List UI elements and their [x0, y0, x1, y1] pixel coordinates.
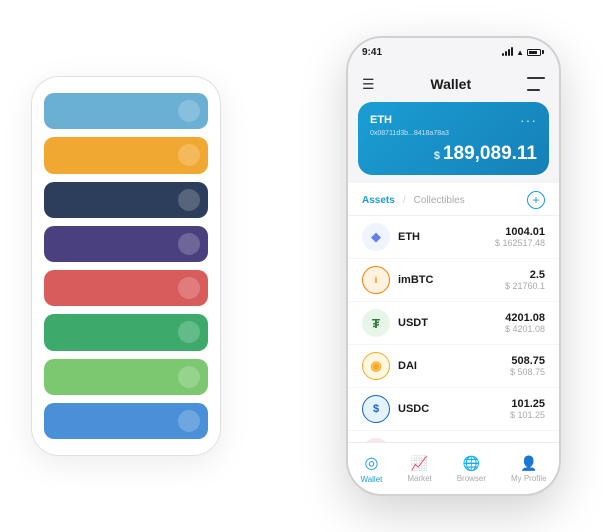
browser-nav-icon: 🌐 [463, 455, 480, 472]
wallet-nav-icon: ◎ [364, 453, 378, 473]
imbtc-amount: 2.5 [505, 269, 545, 281]
eth-icon: ◆ [362, 223, 390, 251]
usdc-amount: 101.25 [510, 398, 545, 410]
bg-card [44, 182, 208, 218]
imbtc-icon: i [362, 266, 390, 294]
usdt-icon: ₮ [362, 309, 390, 337]
market-nav-label: Market [407, 474, 431, 483]
bg-phone [31, 76, 221, 456]
status-time: 9:41 [362, 47, 382, 58]
bg-card [44, 403, 208, 439]
dai-amounts: 508.75 $ 508.75 [510, 355, 545, 377]
wallet-nav-label: Wallet [360, 475, 382, 484]
bg-card-dot [178, 100, 200, 122]
assets-header: Assets / Collectibles + [348, 183, 559, 216]
usdt-amounts: 4201.08 $ 4201.08 [505, 312, 545, 334]
scene: 9:41 ▲ ☰ Wallet [11, 11, 591, 521]
wallet-eth-label: ETH [370, 114, 392, 126]
bg-card [44, 93, 208, 129]
asset-item-tft[interactable]: 🌿 TFT 13 0 [348, 431, 559, 442]
eth-name: ETH [398, 231, 495, 243]
eth-amounts: 1004.01 $ 162517.48 [495, 226, 545, 248]
usdc-icon: $ [362, 395, 390, 423]
phone-header: ☰ Wallet [348, 66, 559, 102]
usdc-value: $ 101.25 [510, 410, 545, 420]
wallet-balance: $189,089.11 [370, 143, 537, 165]
dai-value: $ 508.75 [510, 367, 545, 377]
asset-list: ◆ ETH 1004.01 $ 162517.48 i imBTC 2.5 $ … [348, 216, 559, 442]
asset-item-usdc[interactable]: $ USDC 101.25 $ 101.25 [348, 388, 559, 431]
status-bar: 9:41 ▲ [348, 38, 559, 66]
bg-card-dot [178, 277, 200, 299]
usdt-value: $ 4201.08 [505, 324, 545, 334]
bg-card [44, 270, 208, 306]
add-asset-button[interactable]: + [527, 191, 545, 209]
bg-card-dot [178, 410, 200, 432]
status-icons: ▲ [502, 48, 541, 57]
profile-nav-label: My Profile [511, 474, 547, 483]
bg-card [44, 137, 208, 173]
expand-icon[interactable] [527, 77, 545, 91]
bg-card-dot [178, 233, 200, 255]
wallet-title: Wallet [430, 76, 471, 92]
wallet-card-header: ETH ··· [370, 112, 537, 128]
phone-content: Assets / Collectibles + ◆ ETH 1004.01 $ … [348, 183, 559, 442]
tab-separator: / [403, 195, 406, 206]
battery-icon [527, 49, 541, 56]
tab-collectibles[interactable]: Collectibles [414, 195, 465, 206]
imbtc-value: $ 21760.1 [505, 281, 545, 291]
asset-item-dai[interactable]: ◉ DAI 508.75 $ 508.75 [348, 345, 559, 388]
menu-icon[interactable]: ☰ [362, 76, 375, 93]
wallet-address: 0x08711d3b...8418a78a3 [370, 130, 537, 137]
dai-icon: ◉ [362, 352, 390, 380]
eth-amount: 1004.01 [495, 226, 545, 238]
bottom-nav: ◎ Wallet 📈 Market 🌐 Browser 👤 My Profile [348, 442, 559, 494]
main-phone: 9:41 ▲ ☰ Wallet [346, 36, 561, 496]
wallet-currency: $ [434, 150, 440, 162]
asset-item-eth[interactable]: ◆ ETH 1004.01 $ 162517.48 [348, 216, 559, 259]
eth-value: $ 162517.48 [495, 238, 545, 248]
bg-card-dot [178, 144, 200, 166]
assets-tabs: Assets / Collectibles [362, 195, 465, 206]
nav-market[interactable]: 📈 Market [407, 455, 431, 483]
dai-amount: 508.75 [510, 355, 545, 367]
usdc-name: USDC [398, 403, 510, 415]
asset-item-usdt[interactable]: ₮ USDT 4201.08 $ 4201.08 [348, 302, 559, 345]
asset-item-imbtc[interactable]: i imBTC 2.5 $ 21760.1 [348, 259, 559, 302]
bg-card-dot [178, 189, 200, 211]
nav-wallet[interactable]: ◎ Wallet [360, 453, 382, 484]
imbtc-name: imBTC [398, 274, 505, 286]
wallet-options-icon[interactable]: ··· [520, 112, 537, 128]
usdt-name: USDT [398, 317, 505, 329]
nav-browser[interactable]: 🌐 Browser [457, 455, 486, 483]
signal-icon [502, 48, 513, 56]
bg-card [44, 359, 208, 395]
profile-nav-icon: 👤 [520, 455, 537, 472]
browser-nav-label: Browser [457, 474, 486, 483]
bg-card-dot [178, 321, 200, 343]
nav-profile[interactable]: 👤 My Profile [511, 455, 547, 483]
dai-name: DAI [398, 360, 510, 372]
market-nav-icon: 📈 [411, 455, 428, 472]
imbtc-amounts: 2.5 $ 21760.1 [505, 269, 545, 291]
wallet-card[interactable]: ETH ··· 0x08711d3b...8418a78a3 $189,089.… [358, 102, 549, 175]
wifi-icon: ▲ [516, 48, 524, 57]
tab-assets[interactable]: Assets [362, 195, 395, 206]
bg-card [44, 226, 208, 262]
bg-card [44, 314, 208, 350]
usdc-amounts: 101.25 $ 101.25 [510, 398, 545, 420]
usdt-amount: 4201.08 [505, 312, 545, 324]
bg-card-dot [178, 366, 200, 388]
